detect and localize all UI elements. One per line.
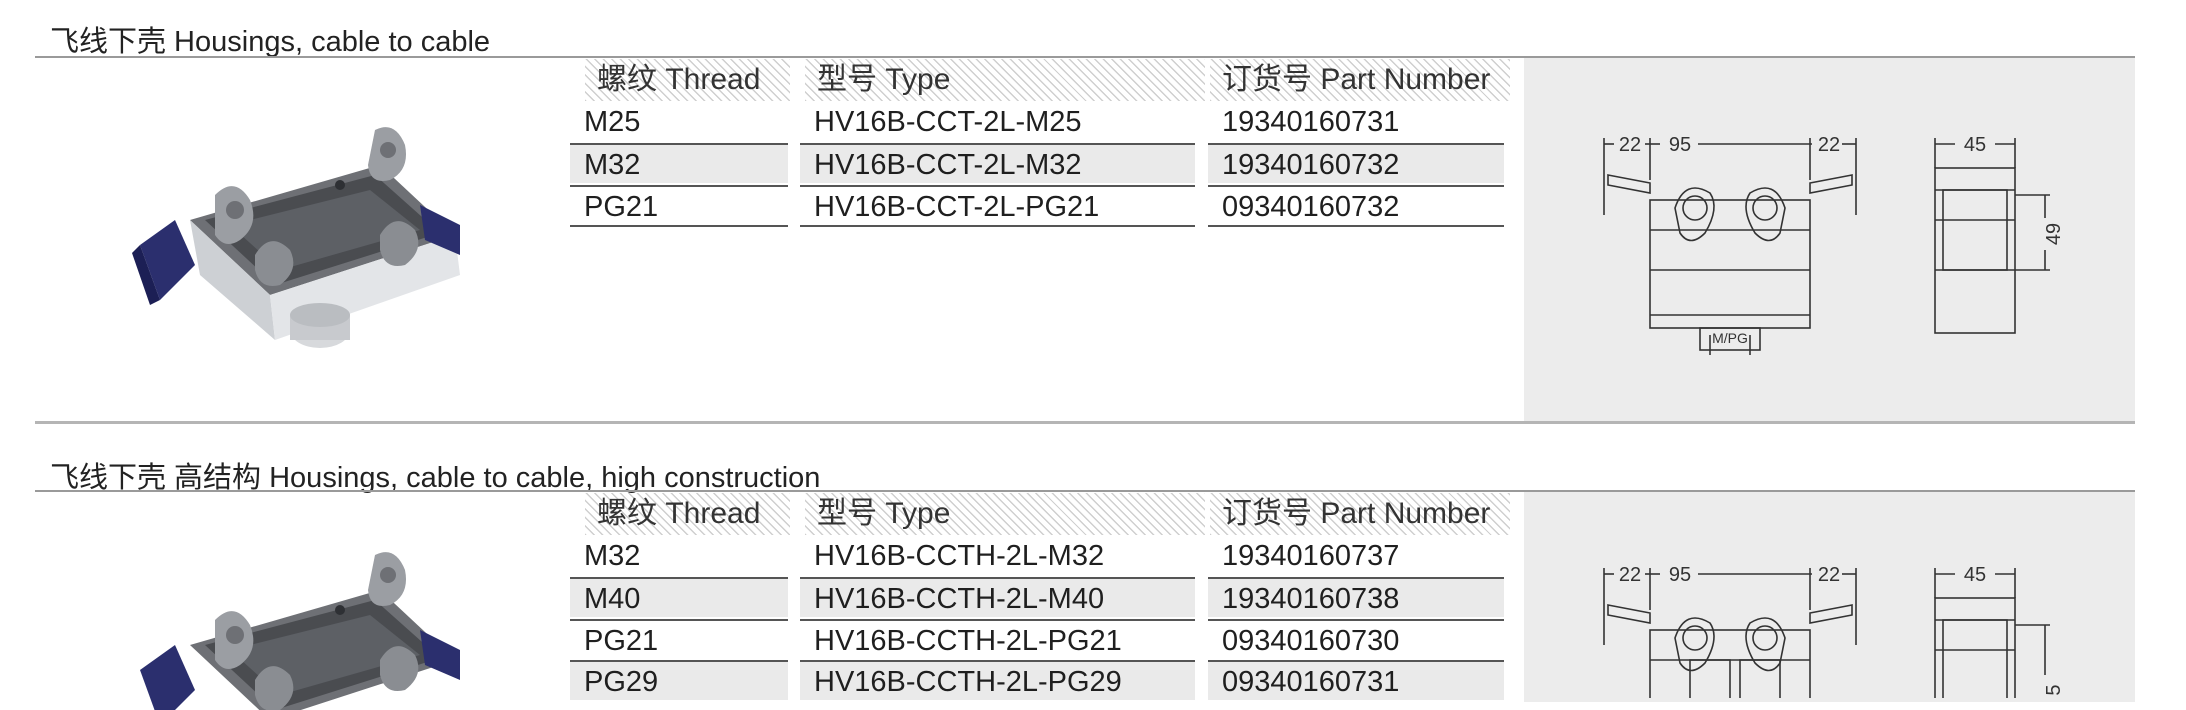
cell-thread: PG29 [570,660,788,700]
cell-type: HV16B-CCTH-2L-PG29 [800,660,1195,700]
cell-thread: M25 [584,106,641,138]
header-thread: 螺纹 Thread [585,59,790,101]
header-part-number: 订货号 Part Number [1210,59,1510,101]
section-bottom-rule [35,421,2135,424]
cell-type: HV16B-CCT-2L-M25 [814,106,1082,138]
dim-gland: M/PG [1712,330,1748,346]
dim-right: 22 [1818,134,1840,156]
header-type: 型号 Type [805,493,1205,535]
header-part-label: 订货号 Part Number [1222,63,1491,96]
header-type-label: 型号 Type [817,497,951,530]
dimension-drawing: 22 95 22 45 49 M/PG [1603,134,2065,355]
cell-type: HV16B-CCT-2L-M32 [800,143,1195,183]
cell-type: HV16B-CCTH-2L-PG21 [800,619,1195,659]
dim-mid: 95 [1669,564,1691,586]
dim-height: 49 [2043,223,2065,245]
cell-type: HV16B-CCTH-2L-M40 [800,577,1195,617]
header-thread-label: 螺纹 Thread [597,497,761,530]
header-type-label: 型号 Type [817,63,951,96]
cell-thread: M32 [570,143,788,183]
housing-photo [132,127,460,348]
row-bottom-rule [800,225,1195,227]
housing-photo [140,552,460,710]
header-thread: 螺纹 Thread [585,493,790,535]
dim-right: 22 [1818,564,1840,586]
dim-side: 45 [1964,564,1986,586]
header-part-number: 订货号 Part Number [1210,493,1510,535]
dim-side: 45 [1964,134,1986,156]
dimension-drawing: 22 95 22 45 5 [1603,564,2065,698]
header-part-label: 订货号 Part Number [1222,497,1491,530]
cell-part-number: 19340160731 [1222,106,1400,138]
cell-part-number: 19340160732 [1208,143,1504,183]
cell-part-number: 09340160730 [1208,619,1504,659]
cell-thread: PG21 [570,619,788,659]
section-housings-cable-to-cable: 飞线下壳 Housings, cable to cable 螺纹 Thread … [0,0,2186,430]
dim-left: 22 [1619,134,1641,156]
cell-part-number: 19340160738 [1208,577,1504,617]
cell-part-number: 19340160737 [1222,540,1400,572]
dim-mid: 95 [1669,134,1691,156]
cell-part-number: 09340160732 [1208,185,1504,225]
cell-part-number: 09340160731 [1208,660,1504,700]
header-type: 型号 Type [805,59,1205,101]
cell-thread: PG21 [570,185,788,225]
section-housings-high-construction: 飞线下壳 高结构 Housings, cable to cable, high … [0,440,2186,710]
dim-left: 22 [1619,564,1641,586]
cell-thread: M40 [570,577,788,617]
cell-type: HV16B-CCTH-2L-M32 [814,540,1105,572]
cell-type: HV16B-CCT-2L-PG21 [800,185,1195,225]
dim-height: 5 [2043,684,2065,695]
row-bottom-rule [1208,225,1504,227]
section-title: 飞线下壳 Housings, cable to cable [50,26,491,58]
row-bottom-rule [570,225,788,227]
cell-thread: M32 [584,540,641,572]
header-thread-label: 螺纹 Thread [597,63,761,96]
